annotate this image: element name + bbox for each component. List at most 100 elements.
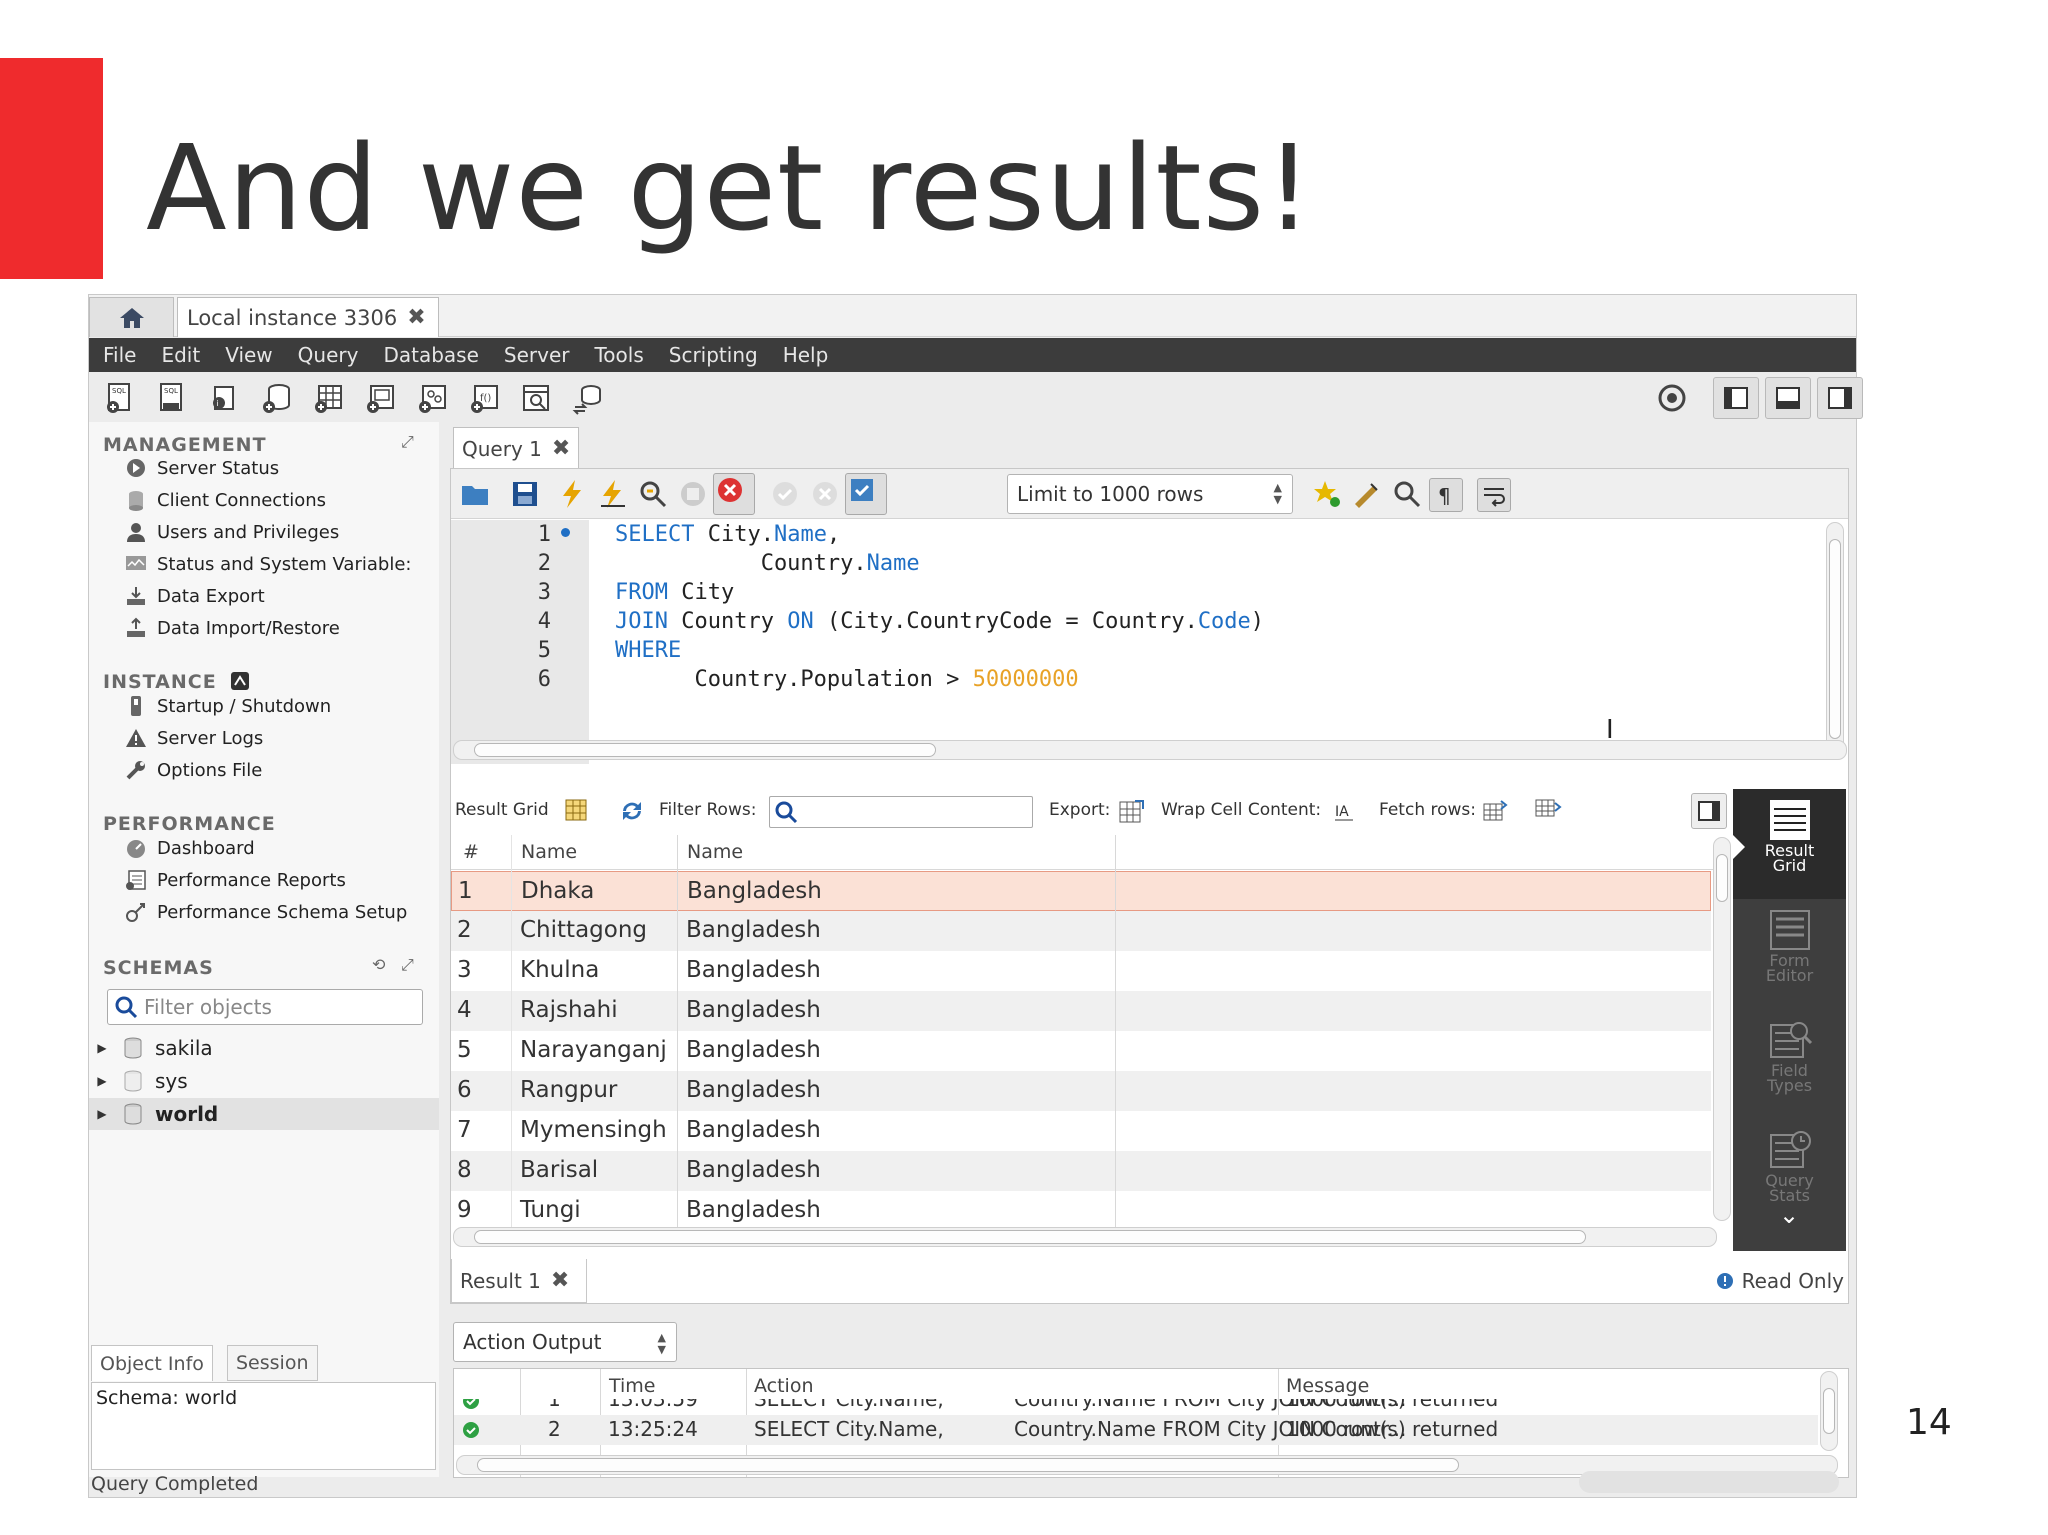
city-name[interactable]: Rajshahi [520, 997, 618, 1023]
table-row[interactable]: 7 Mymensingh Bangladesh [451, 1111, 1711, 1151]
create-schema-icon[interactable] [259, 381, 293, 415]
sidebar-item-status-variables[interactable]: Status and System Variable: [125, 550, 411, 578]
editor-horizontal-scrollbar[interactable] [453, 740, 1847, 760]
country-name[interactable]: Bangladesh [686, 957, 821, 983]
toggle-secondary-sidebar-button[interactable] [1817, 377, 1863, 419]
sidebar-item-options-file[interactable]: Options File [125, 756, 262, 784]
city-name[interactable]: Barisal [520, 1157, 598, 1183]
filter-rows-input[interactable] [769, 796, 1033, 828]
column-header-row-number[interactable]: # [463, 835, 479, 869]
output-type-select[interactable]: Action Output ▲ ▼ [453, 1322, 677, 1362]
toggle-stop-on-error-button[interactable] [713, 473, 755, 515]
sidebar-item-performance-schema-setup[interactable]: Performance Schema Setup [125, 898, 407, 926]
limit-rows-select[interactable]: Limit to 1000 rows ▲ ▼ [1007, 474, 1293, 514]
city-name[interactable]: Narayanganj [520, 1037, 667, 1063]
country-name[interactable]: Bangladesh [686, 917, 821, 943]
column-header-message[interactable]: Message [1286, 1369, 1369, 1403]
country-name[interactable]: Bangladesh [686, 1197, 821, 1223]
column-header-country-name[interactable]: Name [687, 835, 743, 869]
fetch-all-icon[interactable] [1535, 797, 1563, 819]
refresh-icon[interactable]: ⟲ [372, 955, 385, 974]
close-icon[interactable]: ✖ [552, 436, 570, 461]
grid-icon[interactable] [565, 799, 587, 821]
sidebar-item-client-connections[interactable]: Client Connections [125, 486, 326, 514]
toggle-output-button[interactable] [1765, 377, 1811, 419]
grid-vertical-scrollbar[interactable] [1713, 837, 1731, 1221]
connection-tab[interactable]: Local instance 3306 ✖ [177, 297, 439, 337]
menu-file[interactable]: File [89, 343, 147, 367]
output-vertical-scrollbar[interactable] [1820, 1371, 1838, 1451]
tab-object-info[interactable]: Object Info [91, 1345, 213, 1381]
menu-help[interactable]: Help [769, 343, 840, 367]
country-name[interactable]: Bangladesh [686, 1037, 821, 1063]
close-icon[interactable]: ✖ [407, 305, 425, 330]
schema-row-sakila[interactable]: ▶ sakila [89, 1032, 439, 1064]
country-name[interactable]: Bangladesh [687, 878, 822, 904]
sql-editor[interactable]: 1 2 3 4 5 6 SELECT City.Name, Country.Na… [451, 520, 1848, 764]
column-header-city-name[interactable]: Name [521, 835, 577, 869]
table-row[interactable]: 8 Barisal Bangladesh [451, 1151, 1711, 1191]
sidebar-item-server-logs[interactable]: Server Logs [125, 724, 263, 752]
table-row[interactable]: 3 Khulna Bangladesh [451, 951, 1711, 991]
tab-query-1[interactable]: Query 1 ✖ [453, 427, 579, 469]
form-editor-view-button[interactable]: Form Editor [1733, 899, 1846, 1009]
sidebar-item-startup-shutdown[interactable]: Startup / Shutdown [125, 692, 331, 720]
field-types-view-button[interactable]: Field Types [1733, 1009, 1846, 1119]
country-name[interactable]: Bangladesh [686, 1117, 821, 1143]
scroll-thumb[interactable] [1829, 539, 1841, 739]
home-tab[interactable] [89, 297, 174, 337]
expand-triangle-icon[interactable]: ▶ [93, 1074, 111, 1088]
refresh-icon[interactable] [619, 800, 645, 822]
sidebar-item-performance-reports[interactable]: Performance Reports [125, 866, 346, 894]
export-icon[interactable] [1119, 799, 1145, 823]
scroll-thumb[interactable] [1823, 1388, 1835, 1434]
chevron-down-icon[interactable]: ⌄ [1773, 1199, 1805, 1231]
menu-query[interactable]: Query [284, 343, 370, 367]
scroll-thumb[interactable] [1716, 854, 1728, 902]
country-name[interactable]: Bangladesh [686, 997, 821, 1023]
expand-icon[interactable]: ⤢ [401, 955, 414, 975]
city-name[interactable]: Chittagong [520, 917, 647, 943]
output-row[interactable]: 1 13:03:59 SELECT City.Name, Country.Nam… [454, 1399, 1818, 1415]
execute-icon[interactable] [557, 478, 589, 510]
tab-session[interactable]: Session [227, 1345, 318, 1381]
reconnect-icon[interactable] [571, 381, 605, 415]
scroll-thumb[interactable] [477, 1458, 1459, 1472]
scroll-thumb[interactable] [474, 743, 936, 757]
toggle-result-panel-button[interactable] [1691, 793, 1727, 829]
rollback-icon[interactable] [809, 478, 841, 510]
table-row[interactable]: 2 Chittagong Bangladesh [451, 911, 1711, 951]
search-table-data-icon[interactable] [519, 381, 553, 415]
schema-filter-input[interactable]: Filter objects [107, 989, 423, 1025]
grid-horizontal-scrollbar[interactable] [453, 1227, 1717, 1247]
invisible-chars-button[interactable]: ¶ [1429, 478, 1463, 512]
expand-triangle-icon[interactable]: ▶ [93, 1041, 111, 1055]
city-name[interactable]: Dhaka [521, 878, 594, 904]
new-sql-tab-icon[interactable]: SQL [103, 381, 137, 415]
tab-result-1[interactable]: Result 1 ✖ [451, 1259, 587, 1303]
output-row[interactable]: 2 13:25:24 SELECT City.Name, Country.Nam… [454, 1415, 1818, 1445]
toggle-autocommit-button[interactable] [845, 473, 887, 515]
sidebar-item-server-status[interactable]: Server Status [125, 454, 279, 482]
city-name[interactable]: Rangpur [520, 1077, 617, 1103]
wrap-cell-icon[interactable]: IA [1333, 800, 1355, 822]
create-function-icon[interactable]: f() [467, 381, 501, 415]
create-table-icon[interactable] [311, 381, 345, 415]
stop-icon[interactable] [677, 478, 709, 510]
sidebar-item-users-privileges[interactable]: Users and Privileges [125, 518, 339, 546]
menu-view[interactable]: View [211, 343, 283, 367]
word-wrap-button[interactable] [1477, 478, 1511, 512]
close-icon[interactable]: ✖ [551, 1268, 569, 1293]
menu-tools[interactable]: Tools [580, 343, 654, 367]
execute-current-statement-icon[interactable] [597, 478, 629, 510]
sidebar-item-data-import[interactable]: Data Import/Restore [125, 614, 340, 642]
result-grid-view-button[interactable]: Result Grid [1733, 789, 1846, 899]
schema-row-sys[interactable]: ▶ sys [89, 1065, 439, 1097]
add-snippet-icon[interactable] [1311, 478, 1343, 510]
schema-row-world[interactable]: ▶ world [89, 1098, 439, 1130]
open-folder-icon[interactable] [459, 478, 491, 510]
menu-scripting[interactable]: Scripting [655, 343, 769, 367]
menu-database[interactable]: Database [369, 343, 489, 367]
create-procedure-icon[interactable] [415, 381, 449, 415]
menu-edit[interactable]: Edit [147, 343, 211, 367]
